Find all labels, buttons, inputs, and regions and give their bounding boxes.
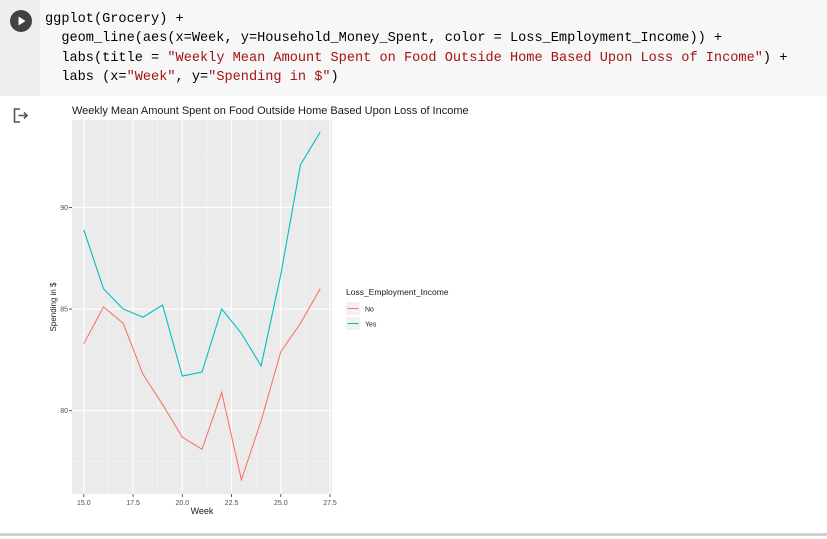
code-line: geom_line(aes(x=Week, y=Household_Money_…: [45, 29, 787, 48]
plot-output: Weekly Mean Amount Spent on Food Outside…: [40, 98, 510, 523]
plot-panel: [72, 120, 332, 494]
code-string-token: "Weekly Mean Amount Spent on Food Outsid…: [167, 50, 763, 66]
code-line: ggplot(Grocery) +: [45, 10, 787, 29]
code-string-token: "Week": [126, 70, 176, 86]
code-token: ggplot(Grocery) +: [45, 12, 184, 27]
y-axis-label: Spending in $: [49, 282, 58, 331]
code-token: labs(title =: [45, 50, 168, 66]
legend-label-no: No: [365, 307, 374, 314]
x-tick-label: 25.0: [274, 500, 288, 507]
legend-title: Loss_Employment_Income: [346, 287, 449, 297]
code-token: ) +: [762, 50, 788, 66]
code-line: labs (x="Week", y="Spending in $"): [45, 68, 787, 87]
code-token: labs (x=: [45, 70, 127, 86]
x-tick-label: 22.5: [225, 500, 239, 507]
y-tick-label: 80: [60, 408, 68, 415]
legend-label-yes: Yes: [365, 322, 377, 329]
x-tick-label: 17.5: [126, 500, 140, 507]
line-chart: Weekly Mean Amount Spent on Food Outside…: [49, 105, 469, 516]
y-tick-label: 85: [60, 307, 68, 314]
code-cell[interactable]: ggplot(Grocery) + geom_line(aes(x=Week, …: [0, 0, 827, 96]
cell-bottom-border: [0, 533, 827, 536]
code-string-token: "Spending in $": [208, 70, 331, 86]
code-token: , y=: [175, 70, 209, 86]
y-tick-label: 90: [60, 205, 68, 212]
x-axis-label: Week: [191, 506, 214, 516]
x-tick-label: 20.0: [175, 500, 189, 507]
x-tick-label: 27.5: [323, 500, 337, 507]
run-cell-button[interactable]: [10, 10, 32, 32]
x-tick-label: 15.0: [77, 500, 91, 507]
output-redirect-icon[interactable]: [12, 107, 30, 130]
code-token: geom_line(aes(x=Week, y=Household_Money_…: [45, 31, 723, 47]
chart-title: Weekly Mean Amount Spent on Food Outside…: [72, 105, 469, 117]
code-line: labs(title = "Weekly Mean Amount Spent o…: [45, 49, 787, 68]
play-icon: [18, 16, 26, 26]
code-editor[interactable]: ggplot(Grocery) + geom_line(aes(x=Week, …: [45, 10, 787, 88]
code-token: ): [330, 70, 339, 86]
